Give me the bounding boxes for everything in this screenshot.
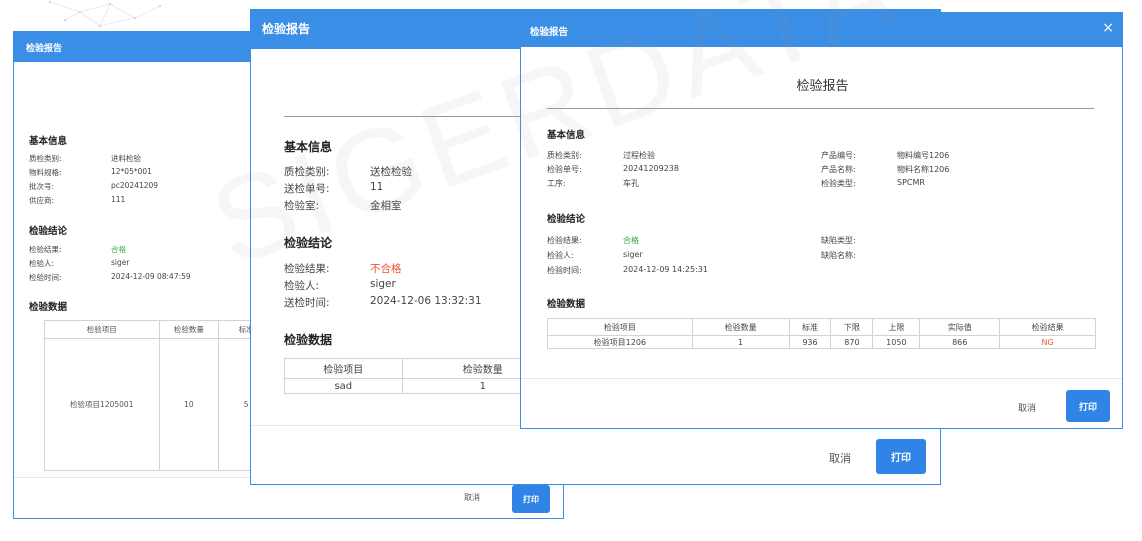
info-value: pc20241209 (111, 181, 159, 190)
info-value: SPCMR (897, 178, 925, 187)
info-value: 送检检验 (370, 166, 412, 178)
info-label: 检验室: (284, 200, 320, 212)
column-header: 实际值 (919, 318, 1001, 336)
inspector-label: 检验人: (284, 280, 320, 292)
table-cell: 936 (788, 335, 832, 349)
info-value: 金相室 (370, 200, 402, 212)
table-cell-result: NG (999, 335, 1096, 349)
title-divider (547, 108, 1094, 109)
dialog-title: 检验报告 (530, 27, 569, 38)
table-header-row: 检验项目 检验数量 标准 下限 上限 实际值 检验结果 (547, 318, 1096, 336)
info-label: 检验单号: (547, 165, 582, 174)
data-heading: 检验数据 (29, 302, 68, 313)
table-header-row: 检验项目 检验数量 标准 (44, 320, 274, 339)
print-button[interactable]: 打印 (1066, 390, 1110, 422)
info-label: 工序: (547, 179, 566, 188)
defect-name-label: 缺陷名称: (821, 251, 856, 260)
dialog-header: 检验报告 × (521, 13, 1122, 47)
data-heading: 检验数据 (284, 333, 333, 347)
inspector-value: siger (111, 258, 130, 267)
table-row: 检验项目1205001 10 5 (44, 338, 274, 471)
info-label: 送检单号: (284, 183, 330, 195)
info-value: 11 (370, 181, 384, 193)
inspector-value: siger (623, 250, 643, 259)
info-value: 过程检验 (623, 151, 655, 160)
inspection-data-table: 检验项目 检验数量 标准 下限 上限 实际值 检验结果 检验项目1206 1 9… (547, 318, 1096, 349)
table-cell: 检验项目1206 (547, 335, 693, 349)
report-dialog-front: 检验报告 × 检验报告 基本信息 质检类别: 过程检验 检验单号: 202412… (520, 12, 1123, 429)
result-label: 检验结果: (547, 236, 582, 245)
info-label: 检验类型: (821, 179, 856, 188)
time-value: 2024-12-06 13:32:31 (370, 295, 482, 307)
info-value: 进料检验 (111, 154, 141, 163)
inspector-value: siger (370, 278, 396, 290)
basic-info-heading: 基本信息 (284, 140, 333, 154)
info-label: 质检类别: (284, 166, 330, 178)
defect-type-label: 缺陷类型: (821, 236, 856, 245)
column-header: 检验数量 (158, 320, 220, 339)
info-value: 物料名称1206 (897, 165, 950, 174)
info-label: 质检类别: (29, 154, 62, 163)
time-label: 检验时间: (29, 273, 62, 282)
table-cell: 1 (691, 335, 790, 349)
stage: 检验报告 基本信息 质检类别: 进料检验 物料规格: 12*05*001 批次号… (0, 0, 1142, 541)
column-header: 标准 (788, 318, 832, 336)
table-cell: 检验项目1205001 (44, 338, 160, 471)
conclusion-heading: 检验结论 (547, 214, 586, 225)
info-value: 物料编号1206 (897, 151, 950, 160)
info-label: 产品编号: (821, 151, 856, 160)
conclusion-heading: 检验结论 (29, 226, 68, 237)
close-icon[interactable]: × (1102, 20, 1114, 36)
info-label: 批次号: (29, 182, 55, 191)
column-header: 检验项目 (284, 358, 403, 379)
info-label: 质检类别: (547, 151, 582, 160)
column-header: 检验项目 (547, 318, 693, 336)
report-title: 检验报告 (796, 79, 849, 94)
dialog-title: 检验报告 (262, 22, 311, 36)
table-cell: sad (284, 378, 403, 394)
basic-info-heading: 基本信息 (29, 136, 68, 147)
result-value: 合格 (623, 236, 639, 245)
cancel-button[interactable]: 取消 (829, 450, 851, 466)
result-value: 不合格 (370, 263, 402, 275)
column-header: 检验数量 (691, 318, 790, 336)
result-value: 合格 (111, 245, 126, 254)
cancel-button[interactable]: 取消 (1018, 401, 1036, 414)
info-label: 供应商: (29, 196, 55, 205)
table-cell: 1050 (872, 335, 921, 349)
data-heading: 检验数据 (547, 299, 586, 310)
table-cell: 866 (919, 335, 1001, 349)
info-label: 物料规格: (29, 168, 62, 177)
column-header: 检验结果 (999, 318, 1096, 336)
table-cell: 870 (830, 335, 874, 349)
column-header: 检验项目 (44, 320, 160, 339)
title-divider (284, 116, 544, 117)
inspector-label: 检验人: (29, 259, 55, 268)
time-label: 送检时间: (284, 297, 330, 309)
print-button[interactable]: 打印 (876, 439, 926, 474)
print-button[interactable]: 打印 (512, 485, 550, 513)
footer-divider (521, 378, 1122, 379)
table-cell: 10 (158, 338, 220, 471)
time-value: 2024-12-09 14:25:31 (623, 265, 708, 274)
info-value: 111 (111, 195, 126, 204)
column-header: 下限 (830, 318, 874, 336)
result-label: 检验结果: (29, 245, 62, 254)
column-header: 上限 (872, 318, 921, 336)
inspector-label: 检验人: (547, 251, 574, 260)
result-label: 检验结果: (284, 263, 330, 275)
time-value: 2024-12-09 08:47:59 (111, 272, 191, 281)
info-value: 20241209238 (623, 164, 679, 173)
dialog-title: 检验报告 (26, 44, 63, 54)
time-label: 检验时间: (547, 266, 582, 275)
info-label: 产品名称: (821, 165, 856, 174)
basic-info-heading: 基本信息 (547, 130, 586, 141)
inspection-data-table: 检验项目 检验数量 标准 检验项目1205001 10 5 (44, 320, 274, 471)
conclusion-heading: 检验结论 (284, 236, 333, 250)
cancel-button[interactable]: 取消 (464, 492, 480, 503)
info-value: 12*05*001 (111, 167, 152, 176)
decorative-network-graphic (48, 0, 162, 28)
info-value: 车孔 (623, 179, 639, 188)
table-row: 检验项目1206 1 936 870 1050 866 NG (547, 335, 1096, 349)
